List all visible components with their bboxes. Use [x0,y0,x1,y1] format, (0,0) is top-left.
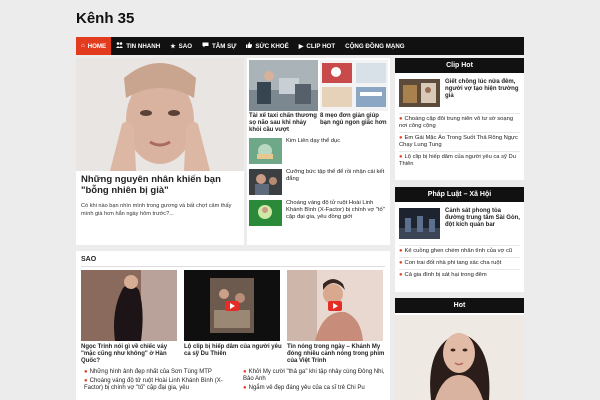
phap-luat-widget: Pháp Luật – Xã Hội Cảnh sát phong tỏa đư… [395,187,524,292]
list-item[interactable]: ● Lộ clip bị hiếp dâm của người yêu ca sỹ… [399,151,520,170]
list-item[interactable]: ● Choáng váng độ tử ruột Hoài Linh Khánh … [84,378,224,392]
thumbs-up-icon [246,42,253,50]
hot-widget: Hot [395,298,524,400]
list-item[interactable]: ● Choáng cặp đôi trung niên vô tư sờ soạn… [399,113,520,132]
bullet-icon: ● [84,369,88,375]
bullet-icon: ● [399,116,403,122]
sao-list-right: ● Khởi My cười "thả ga" khi tập nhảy cùng… [243,369,385,394]
news-thumbnail[interactable] [249,200,282,226]
list-item[interactable]: ● Khởi My cười "thả ga" khi tập nhảy cùng… [243,369,385,383]
chat-icon [202,42,209,50]
nav-label: CỘNG ĐỒNG MẠNG [345,42,405,50]
clip-hot-thumbnail[interactable] [399,79,440,107]
sao-video-thumbnail[interactable] [287,270,383,341]
home-icon: ⌂ [81,43,85,49]
list-item[interactable]: ● Con trai đốt nhà phi tang xác cha ruột [399,257,520,269]
sao-card-title[interactable]: Tin nóng trong ngày – Khánh My đóng nhiề… [287,344,385,365]
video-icon: ▶ [298,43,304,50]
featured-article[interactable]: Những nguyên nhân khiến bạn "bỗng nhiên … [76,58,244,245]
news-title[interactable]: Kim Liên dạy thể dục [286,138,388,145]
news-thumbnail[interactable] [249,169,282,195]
nav-label: SỨC KHOẺ [255,42,289,50]
bullet-icon: ● [84,378,88,384]
widget-list: ● Choáng cặp đôi trung niên vô tư sờ soạn… [399,113,520,170]
bullet-icon: ● [399,154,403,160]
sao-card-title[interactable]: Ngọc Trinh nói gì về chiếc váy "mặc cũng… [81,344,179,365]
nav-label: HOME [87,42,107,50]
widget-heading[interactable]: Clip Hot [395,58,524,73]
widget-feature-title[interactable]: Giết chồng lúc nửa đêm, người vợ tạo hiệ… [445,79,521,100]
news-thumbnail[interactable] [249,138,282,164]
featured-title[interactable]: Những nguyên nhân khiến bạn "bỗng nhiên … [81,174,241,196]
featured-image[interactable] [76,58,244,171]
list-item[interactable]: ● Những hình ảnh đẹp nhất của Sơn Tùng MT… [84,369,224,376]
bullet-icon: ● [399,248,403,254]
sao-list-left: ● Những hình ảnh đẹp nhất của Sơn Tùng MT… [84,369,224,394]
nav-label: CLIP HOT [306,42,336,50]
bullet-icon: ● [399,272,403,278]
bullet-icon: ● [243,385,247,391]
nav-item-clip-hot[interactable]: ▶ CLIP HOT [294,37,340,55]
bullet-icon: ● [399,135,403,141]
play-icon[interactable] [328,300,342,311]
card-title[interactable]: 8 mẹo đơn giản giúp bạn ngủ ngon giấc hơ… [320,113,388,127]
nav-item-home[interactable]: ⌂ HOME [76,37,112,55]
nav-item-sao[interactable]: ★ SAO [165,37,197,55]
list-item[interactable]: ● Ngắm vẻ đẹp đáng yêu của ca sĩ trẻ Chi … [243,385,385,392]
nav-label: TÂM SỰ [212,42,237,50]
widget-heading[interactable]: Hot [395,298,524,313]
users-icon [116,42,124,50]
main-nav: ⌂ HOME TIN NHANH ★ SAO TÂM SỰ SỨC KHOẺ ▶… [76,37,524,55]
sao-thumbnail[interactable] [81,270,177,341]
hot-image[interactable] [395,315,524,400]
widget-list: ● Kẻ cuồng ghen chém nhân tình của vợ cũ … [399,245,520,281]
nav-item-cong-dong-mang[interactable]: CỘNG ĐỒNG MẠNG [340,37,409,55]
nav-item-tin-nhanh[interactable]: TIN NHANH [111,37,165,55]
clip-hot-widget: Clip Hot Giết chồng lúc nửa đêm, người v… [395,58,524,180]
news-title[interactable]: Cưỡng bức tập thể để rồi nhận cái kết đắ… [286,169,388,183]
taxi-thumbnail[interactable] [249,60,318,111]
play-icon[interactable] [225,300,239,311]
sao-section: SAO Ngọc Trinh nói gì về chiếc váy "mặc … [76,251,390,400]
bullet-icon: ● [243,369,247,375]
featured-desc: Có khi nào bạn nhìn mình trong gương và … [81,203,232,217]
nav-label: SAO [178,42,193,50]
list-item[interactable]: ● Kẻ cuồng ghen chém nhân tình của vợ cũ [399,245,520,257]
bullet-icon: ● [399,260,403,266]
sao-video-thumbnail[interactable] [184,270,280,341]
news-title[interactable]: Choáng váng độ tử ruột Hoài Linh Khánh B… [286,200,388,221]
nav-item-suc-khoe[interactable]: SỨC KHOẺ [241,37,293,55]
site-title[interactable]: Kênh 35 [76,10,134,27]
list-item[interactable]: ● Cả gia đình bị sát hại trong đêm [399,269,520,281]
widget-feature-title[interactable]: Cảnh sát phong tỏa đường trung tâm Sài G… [445,208,521,229]
widget-heading[interactable]: Pháp Luật – Xã Hội [395,187,524,202]
phap-luat-thumbnail[interactable] [399,208,440,239]
news-panel: Tài xế taxi chấn thương sọ não sau khi n… [247,58,390,245]
nav-item-tam-su[interactable]: TÂM SỰ [197,37,241,55]
star-icon: ★ [170,43,176,50]
nav-label: TIN NHANH [126,42,161,50]
sao-card-title[interactable]: Lộ clip bị hiếp dâm của người yêu ca sỹ … [184,344,282,358]
sleep-tips-thumbnail[interactable] [320,60,388,111]
card-title[interactable]: Tài xế taxi chấn thương sọ não sau khi n… [249,113,317,134]
divider [81,266,385,267]
section-heading[interactable]: SAO [81,256,96,263]
list-item[interactable]: ● Em Gái Mặc Áo Trong Suốt Thả Rông Ngực … [399,132,520,151]
